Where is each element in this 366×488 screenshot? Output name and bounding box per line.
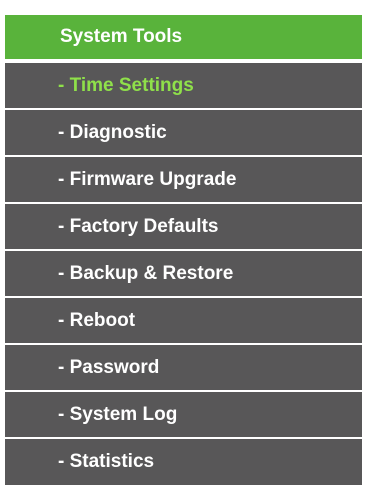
menu-header-system-tools[interactable]: System Tools [5, 15, 362, 59]
menu-item-reboot[interactable]: - Reboot [5, 298, 362, 343]
menu-item-time-settings[interactable]: - Time Settings [5, 63, 362, 108]
menu-item-diagnostic[interactable]: - Diagnostic [5, 110, 362, 155]
menu-item-factory-defaults[interactable]: - Factory Defaults [5, 204, 362, 249]
menu-item-password[interactable]: - Password [5, 345, 362, 390]
menu-item-backup-restore[interactable]: - Backup & Restore [5, 251, 362, 296]
menu-item-statistics[interactable]: - Statistics [5, 439, 362, 485]
menu-item-system-log[interactable]: - System Log [5, 392, 362, 437]
system-tools-menu: System Tools - Time Settings - Diagnosti… [5, 15, 362, 485]
menu-item-firmware-upgrade[interactable]: - Firmware Upgrade [5, 157, 362, 202]
